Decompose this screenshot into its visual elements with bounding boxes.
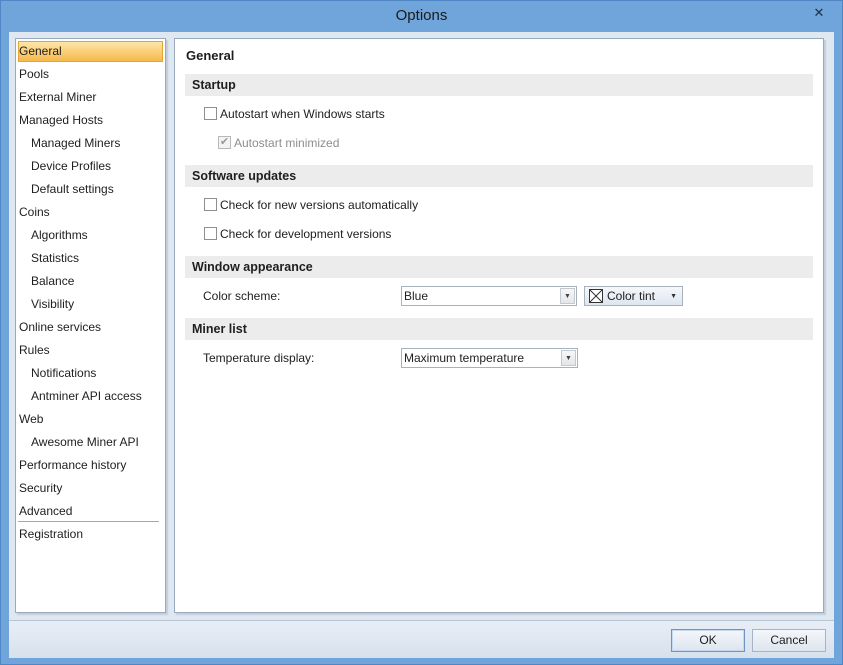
ok-button[interactable]: OK bbox=[671, 629, 745, 652]
checkmark-icon: ✔ bbox=[219, 136, 230, 148]
nav-item-performance-history[interactable]: Performance history bbox=[18, 455, 163, 476]
title-bar[interactable]: Options ✕ bbox=[1, 1, 842, 32]
software-updates-section-header: Software updates bbox=[185, 165, 813, 187]
nav-item-general[interactable]: General bbox=[18, 41, 163, 62]
check-dev-versions-checkbox[interactable]: Check for development versions bbox=[204, 226, 391, 242]
nav-item-balance[interactable]: Balance bbox=[18, 271, 163, 292]
nav-item-advanced[interactable]: Advanced bbox=[18, 501, 163, 522]
nav-item-rules[interactable]: Rules bbox=[18, 340, 163, 361]
temperature-display-value: Maximum temperature bbox=[404, 351, 525, 365]
color-scheme-value: Blue bbox=[404, 289, 429, 303]
nav-item-managed-hosts[interactable]: Managed Hosts bbox=[18, 110, 163, 131]
check-new-versions-label: Check for new versions automatically bbox=[220, 198, 419, 212]
nav-item-algorithms[interactable]: Algorithms bbox=[18, 225, 163, 246]
options-window: Options ✕ General Pools External Miner Mana… bbox=[0, 0, 843, 665]
nav-item-visibility[interactable]: Visibility bbox=[18, 294, 163, 315]
nav-item-managed-miners[interactable]: Managed Miners bbox=[18, 133, 163, 154]
nav-item-pools[interactable]: Pools bbox=[18, 64, 163, 85]
cancel-button[interactable]: Cancel bbox=[752, 629, 826, 652]
chevron-down-icon[interactable]: ▼ bbox=[560, 288, 575, 304]
nav-separator bbox=[18, 521, 159, 522]
check-new-versions-checkbox[interactable]: Check for new versions automatically bbox=[204, 197, 418, 213]
options-navigation: General Pools External Miner Managed Hosts M… bbox=[15, 38, 166, 613]
temperature-display-label: Temperature display: bbox=[203, 351, 315, 365]
nav-item-default-settings[interactable]: Default settings bbox=[18, 179, 163, 200]
color-scheme-label: Color scheme: bbox=[203, 289, 281, 303]
nav-item-online-services[interactable]: Online services bbox=[18, 317, 163, 338]
nav-item-external-miner[interactable]: External Miner bbox=[18, 87, 163, 108]
nav-item-web[interactable]: Web bbox=[18, 409, 163, 430]
autostart-checkbox-box[interactable] bbox=[204, 107, 217, 120]
startup-section-header: Startup bbox=[185, 74, 813, 96]
color-swatch-icon bbox=[589, 289, 603, 303]
autostart-minimized-checkbox-box[interactable]: ✔ bbox=[218, 136, 231, 149]
dialog-client-area: General Pools External Miner Managed Hosts M… bbox=[9, 32, 834, 658]
page-title: General bbox=[186, 48, 235, 63]
nav-item-antminer-api-access[interactable]: Antminer API access bbox=[18, 386, 163, 407]
miner-list-section-header: Miner list bbox=[185, 318, 813, 340]
dialog-button-bar: OK Cancel bbox=[9, 620, 834, 658]
nav-item-statistics[interactable]: Statistics bbox=[18, 248, 163, 269]
nav-item-security[interactable]: Security bbox=[18, 478, 163, 499]
color-tint-label: Color tint bbox=[607, 289, 656, 303]
nav-item-notifications[interactable]: Notifications bbox=[18, 363, 163, 384]
color-scheme-dropdown[interactable]: Blue ▼ bbox=[401, 286, 577, 306]
nav-item-awesome-miner-api[interactable]: Awesome Miner API bbox=[18, 432, 163, 453]
nav-item-registration[interactable]: Registration bbox=[18, 524, 163, 545]
autostart-checkbox[interactable]: Autostart when Windows starts bbox=[204, 106, 385, 122]
check-new-versions-box[interactable] bbox=[204, 198, 217, 211]
close-icon[interactable]: ✕ bbox=[806, 3, 832, 23]
chevron-down-icon[interactable]: ▼ bbox=[561, 350, 576, 366]
check-dev-versions-box[interactable] bbox=[204, 227, 217, 240]
autostart-label: Autostart when Windows starts bbox=[220, 107, 385, 121]
color-tint-button[interactable]: Color tint ▼ bbox=[584, 286, 683, 306]
check-dev-versions-label: Check for development versions bbox=[220, 227, 392, 241]
window-appearance-section-header: Window appearance bbox=[185, 256, 813, 278]
autostart-minimized-label: Autostart minimized bbox=[234, 136, 340, 150]
nav-item-device-profiles[interactable]: Device Profiles bbox=[18, 156, 163, 177]
autostart-minimized-checkbox[interactable]: ✔ Autostart minimized bbox=[218, 135, 339, 151]
nav-item-coins[interactable]: Coins bbox=[18, 202, 163, 223]
chevron-down-icon[interactable]: ▼ bbox=[670, 289, 677, 304]
temperature-display-dropdown[interactable]: Maximum temperature ▼ bbox=[401, 348, 578, 368]
general-settings-panel: General Startup Autostart when Windows s… bbox=[174, 38, 824, 613]
window-title: Options bbox=[395, 7, 448, 24]
